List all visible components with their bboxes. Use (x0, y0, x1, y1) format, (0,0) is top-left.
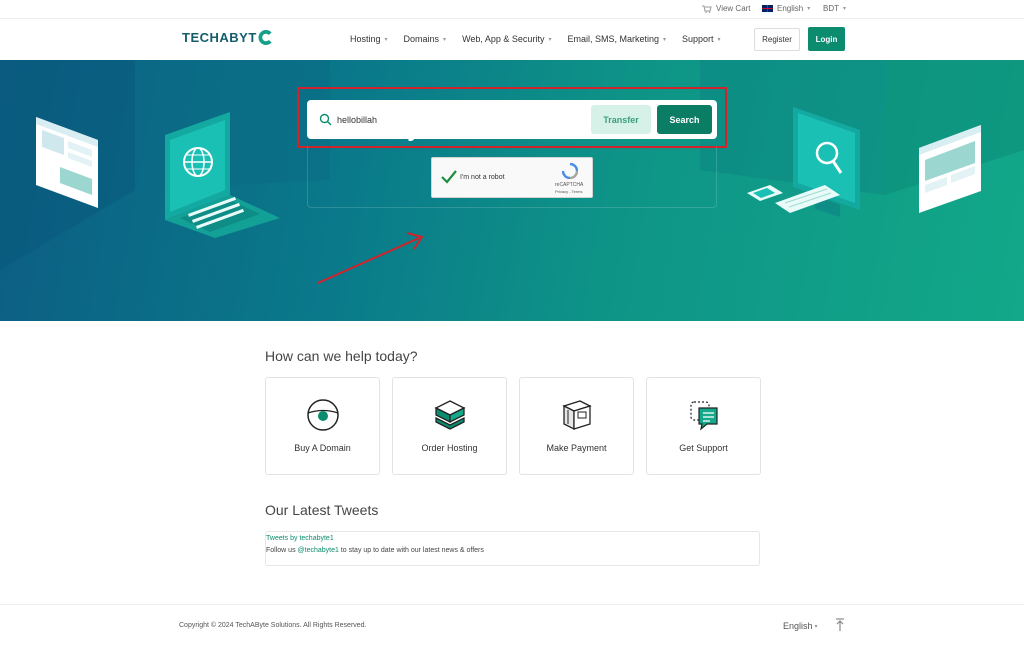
checkmark-icon[interactable] (441, 170, 457, 184)
package-payment-icon (562, 400, 592, 431)
search-icon (319, 113, 332, 126)
register-button[interactable]: Register (754, 28, 800, 51)
site-logo[interactable]: TECHABYT (182, 30, 273, 45)
recaptcha-widget: I'm not a robot reCAPTCHA Privacy - Term… (431, 157, 593, 198)
card-label: Get Support (679, 443, 728, 453)
follow-suffix: to stay up to date with our latest news … (338, 547, 484, 554)
chevron-down-icon: ▾ (384, 36, 388, 43)
currency-label: BDT (823, 4, 839, 13)
top-utility-bar: View Cart English ▾ BDT ▾ (0, 0, 1024, 19)
red-arrow-annotation-icon (317, 232, 424, 284)
nav-hosting-label: Hosting (350, 34, 381, 44)
view-cart-label: View Cart (716, 4, 751, 13)
tweets-by-link[interactable]: Tweets by techabyte1 (266, 535, 334, 542)
captcha-brand: reCAPTCHA (555, 182, 584, 188)
globe-domain-icon (307, 399, 339, 431)
nav-web-app-security-label: Web, App & Security (462, 34, 545, 44)
footer-language-selector[interactable]: English ▾ (783, 621, 818, 631)
twitter-handle-link[interactable]: @techabyte1 (298, 547, 339, 554)
view-cart-link[interactable]: View Cart (702, 4, 751, 13)
recaptcha-logo-icon (562, 163, 578, 179)
back-to-top-icon[interactable] (835, 618, 845, 632)
nav-email-sms-marketing[interactable]: Email, SMS, Marketing ▾ (567, 34, 666, 44)
copyright-text: Copyright © 2024 TechAByte Solutions. Al… (179, 622, 367, 629)
main-nav: Hosting ▾ Domains ▾ Web, App & Security ▾ E… (350, 34, 737, 44)
logo-mark-icon (258, 30, 272, 45)
transfer-button[interactable]: Transfer (591, 105, 651, 134)
nav-hosting[interactable]: Hosting ▾ (350, 34, 388, 44)
chat-support-icon (690, 401, 718, 431)
login-button[interactable]: Login (808, 27, 845, 51)
logo-text: TECHABYT (182, 30, 257, 45)
card-label: Order Hosting (421, 443, 478, 453)
domain-search-box: Transfer Search (307, 100, 717, 139)
server-box-icon (434, 400, 466, 430)
card-order-hosting[interactable]: Order Hosting (392, 377, 507, 475)
nav-support-label: Support (682, 34, 714, 44)
cart-icon (702, 5, 712, 13)
chevron-down-icon: ▾ (843, 6, 847, 12)
footer-language-label: English (783, 621, 813, 631)
language-selector[interactable]: English ▾ (762, 4, 810, 13)
card-buy-domain[interactable]: Buy A Domain (265, 377, 380, 475)
main-header: TECHABYT Hosting ▾ Domains ▾ Web, App & Se… (0, 19, 1024, 60)
nav-domains[interactable]: Domains ▾ (404, 34, 447, 44)
card-make-payment[interactable]: Make Payment (519, 377, 634, 475)
tweets-section-title: Our Latest Tweets (265, 502, 379, 518)
help-section-title: How can we help today? (265, 348, 418, 364)
domain-search-input[interactable] (337, 110, 582, 129)
language-label: English (777, 4, 804, 13)
chevron-down-icon: ▾ (814, 623, 818, 630)
tweets-widget: Tweets by techabyte1 Follow us @techabyt… (265, 531, 760, 566)
follow-prefix: Follow us (266, 547, 298, 554)
search-button[interactable]: Search (657, 105, 712, 134)
nav-web-app-security[interactable]: Web, App & Security ▾ (462, 34, 551, 44)
chevron-down-icon: ▾ (663, 36, 667, 43)
nav-support[interactable]: Support ▾ (682, 34, 721, 44)
captcha-label: I'm not a robot (460, 174, 505, 181)
chevron-down-icon: ▾ (548, 36, 552, 43)
chevron-down-icon: ▾ (807, 6, 811, 12)
card-label: Make Payment (546, 443, 607, 453)
nav-email-sms-marketing-label: Email, SMS, Marketing (567, 34, 659, 44)
footer: Copyright © 2024 TechAByte Solutions. Al… (0, 604, 1024, 646)
card-label: Buy A Domain (294, 443, 351, 453)
chevron-down-icon: ▾ (717, 36, 721, 43)
captcha-privacy-terms[interactable]: Privacy - Terms (555, 189, 582, 194)
chevron-down-icon: ▾ (443, 36, 447, 43)
nav-domains-label: Domains (403, 34, 440, 44)
tweets-follow-text: Follow us @techabyte1 to stay up to date… (266, 547, 484, 554)
card-get-support[interactable]: Get Support (646, 377, 761, 475)
help-cards: Buy A Domain Order Hosting Make Payment … (265, 377, 761, 475)
currency-selector[interactable]: BDT ▾ (823, 4, 846, 13)
uk-flag-icon (762, 5, 773, 12)
